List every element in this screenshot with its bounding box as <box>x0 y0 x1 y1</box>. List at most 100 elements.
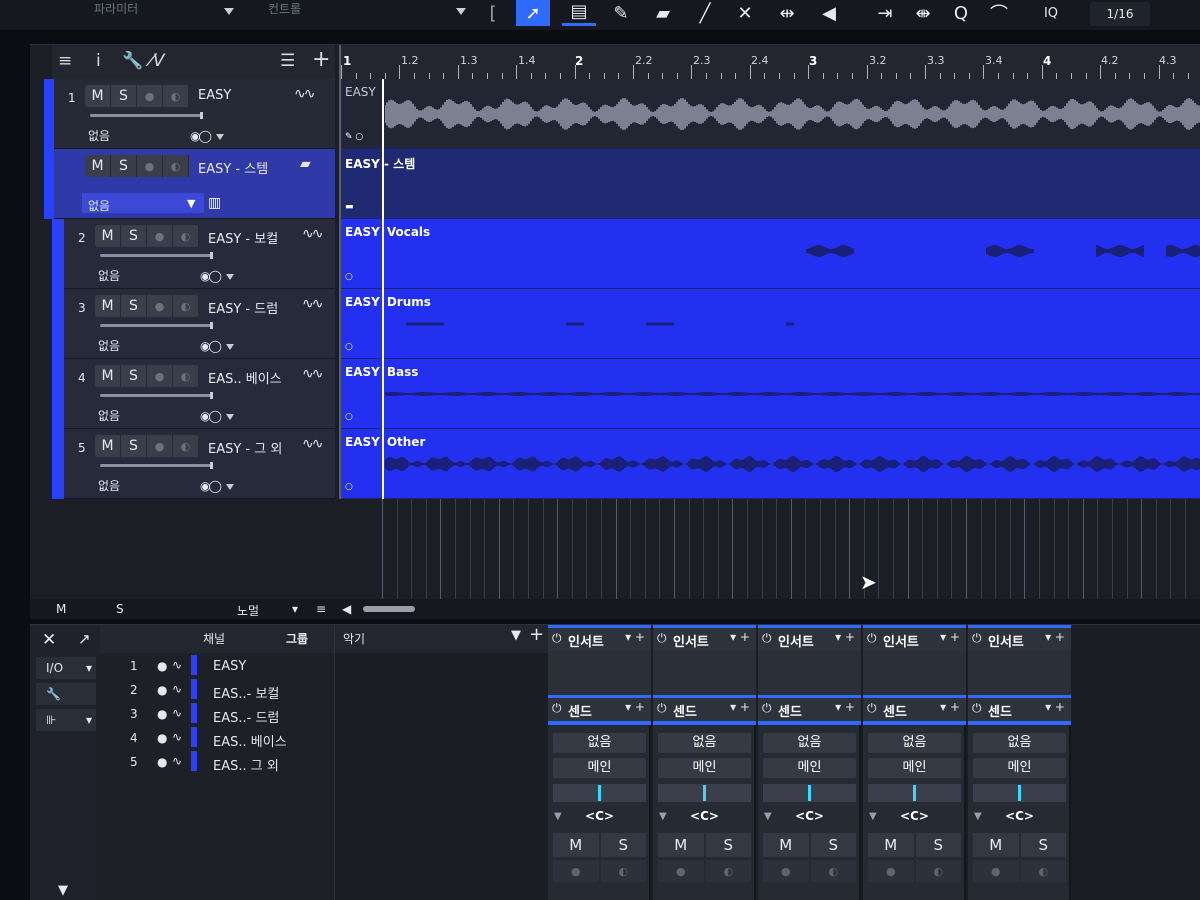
track-row[interactable]: 4 M S ● ◐ EAS.. 베이스 ∿∿ 없음 ◉◯ <box>52 359 335 429</box>
pan-slider[interactable] <box>973 784 1066 802</box>
power-icon[interactable]: ⏻ <box>972 631 982 646</box>
visibility-dot-icon[interactable]: ● <box>157 731 167 745</box>
split-tool-button[interactable]: ⇹ <box>770 0 804 26</box>
send-add-icon[interactable]: ▾ + <box>625 700 645 714</box>
mute-button[interactable]: M <box>95 435 121 457</box>
power-icon[interactable]: ⏻ <box>552 701 562 716</box>
insert-slot-area[interactable] <box>863 651 966 695</box>
mute-button[interactable]: M <box>85 155 111 177</box>
insert-add-icon[interactable]: ▾ + <box>835 630 855 644</box>
record-icon[interactable]: ● <box>553 860 599 882</box>
track-name[interactable]: EASY - 그 외 <box>208 438 282 457</box>
tab-group[interactable]: 그룹 <box>286 630 308 647</box>
record-icon[interactable]: ● <box>147 435 173 457</box>
record-icon[interactable]: ● <box>147 295 173 317</box>
output-select[interactable]: 메인 <box>973 758 1066 778</box>
monitor-icon[interactable]: ◐ <box>173 295 199 317</box>
quantize-value[interactable]: 1/16 <box>1090 2 1150 26</box>
listen-tool-button[interactable]: ◀ <box>812 0 846 26</box>
monitor-icon[interactable]: ◐ <box>600 860 646 882</box>
list-item[interactable]: 2 ● ∿ EAS..- 보컬 <box>100 679 334 703</box>
track-row[interactable]: M S ● ◐ EASY - 스템 ▰ 없음 ▼ ▥ <box>44 149 335 219</box>
mute-button[interactable]: M <box>658 833 704 857</box>
power-icon[interactable]: ⏻ <box>867 631 877 646</box>
toggle-icon[interactable]: ◉◯ <box>200 269 222 283</box>
range-tool-button[interactable]: ▤ <box>562 0 596 26</box>
output-select[interactable]: 메인 <box>763 758 856 778</box>
pan-needle[interactable] <box>808 785 811 801</box>
mute-tool-button[interactable]: ✕ <box>728 0 762 26</box>
event-lane[interactable]: EASY Bass ○ <box>341 359 1200 429</box>
track-color-strip[interactable] <box>52 219 64 289</box>
track-name[interactable]: EASY - 보컬 <box>208 228 278 247</box>
wifi-snap-button[interactable]: ⌒ <box>982 0 1016 26</box>
iq-button[interactable]: IQ <box>1034 0 1068 26</box>
send-section[interactable]: ⏻ 센드 ▾ + <box>968 695 1071 721</box>
chevron-down-icon[interactable] <box>226 274 234 280</box>
send-section[interactable]: ⏻ 센드 ▾ + <box>863 695 966 721</box>
mute-button[interactable]: M <box>95 365 121 387</box>
insert-slot-area[interactable] <box>758 651 861 695</box>
track-name[interactable]: EASY - 드럼 <box>208 298 278 317</box>
monitor-icon[interactable]: ◐ <box>705 860 751 882</box>
insert-add-icon[interactable]: ▾ + <box>1045 630 1065 644</box>
control-dropdown[interactable]: 컨트롤 <box>262 0 470 24</box>
solo-button[interactable]: S <box>121 435 147 457</box>
monitor-icon[interactable]: ◐ <box>173 365 199 387</box>
insert-add-icon[interactable]: ▾ + <box>730 630 750 644</box>
solo-button[interactable]: S <box>121 365 147 387</box>
volume-knob[interactable] <box>210 252 213 259</box>
insert-slot-area[interactable] <box>968 651 1071 695</box>
waveform-icon[interactable]: ∿∿ <box>302 296 324 312</box>
input-select[interactable]: 없음 <box>868 733 961 753</box>
event-lanes[interactable]: EASY ✎ ○ EASY - 스템 ▬ EASY Vocals ○ EASY Dr… <box>339 79 1200 499</box>
track-input[interactable]: 없음 <box>98 337 120 354</box>
track-color-strip[interactable] <box>44 79 54 149</box>
event-lane[interactable]: EASY Drums ○ <box>341 289 1200 359</box>
footer-mode[interactable]: 노멀 <box>237 602 259 619</box>
send-section[interactable]: ⏻ 센드 ▾ + <box>548 695 651 721</box>
power-icon[interactable]: ⏻ <box>657 701 667 716</box>
volume-slider[interactable] <box>100 462 213 469</box>
channel-name[interactable]: EAS.. 베이스 <box>213 731 287 750</box>
track-row[interactable]: 5 M S ● ◐ EASY - 그 외 ∿∿ 없음 ◉◯ <box>52 429 335 499</box>
visibility-dot-icon[interactable]: ● <box>157 683 167 697</box>
chevron-down-icon[interactable] <box>226 414 234 420</box>
volume-slider[interactable] <box>100 392 213 399</box>
add-instrument-icon[interactable]: + <box>529 624 544 645</box>
chevron-down-icon[interactable] <box>216 134 224 140</box>
footer-mute[interactable]: M <box>56 602 66 616</box>
event-corner-icon[interactable]: ○ <box>345 342 353 352</box>
channel-name[interactable]: EAS..- 드럼 <box>213 707 279 726</box>
insert-section[interactable]: ⏻ 인서트 ▾ + <box>548 625 651 651</box>
insert-add-icon[interactable]: ▾ + <box>625 630 645 644</box>
input-select[interactable]: 없음 <box>973 733 1066 753</box>
mute-button[interactable]: M <box>95 225 121 247</box>
track-name[interactable]: EASY <box>198 88 231 103</box>
channel-name[interactable]: EAS.. 그 외 <box>213 755 279 774</box>
insert-section[interactable]: ⏻ 인서트 ▾ + <box>653 625 756 651</box>
solo-button[interactable]: S <box>810 833 856 857</box>
parameter-dropdown[interactable]: 파라미터 <box>88 0 238 24</box>
automation-icon[interactable]: ⁄V <box>150 51 164 71</box>
insert-section[interactable]: ⏻ 인서트 ▾ + <box>863 625 966 651</box>
visibility-dot-icon[interactable]: ● <box>157 707 167 721</box>
power-icon[interactable]: ⏻ <box>552 631 562 646</box>
record-icon[interactable]: ● <box>973 860 1019 882</box>
pan-slider[interactable] <box>553 784 646 802</box>
output-select[interactable]: 메인 <box>868 758 961 778</box>
track-row[interactable]: 2 M S ● ◐ EASY - 보컬 ∿∿ 없음 ◉◯ <box>52 219 335 289</box>
insert-section[interactable]: ⏻ 인서트 ▾ + <box>758 625 861 651</box>
add-track-icon[interactable]: + <box>312 47 330 72</box>
send-add-icon[interactable]: ▾ + <box>835 700 855 714</box>
scroll-left-icon[interactable]: ◀ <box>342 602 351 616</box>
record-icon[interactable]: ● <box>868 860 914 882</box>
volume-knob[interactable] <box>210 392 213 399</box>
record-icon[interactable]: ● <box>137 155 163 177</box>
toggle-icon[interactable]: ◉◯ <box>200 479 222 493</box>
list-item[interactable]: 3 ● ∿ EAS..- 드럼 <box>100 703 334 727</box>
event-corner-icon[interactable]: ✎ ○ <box>345 132 363 142</box>
pan-slider[interactable] <box>868 784 961 802</box>
pan-slider[interactable] <box>658 784 751 802</box>
event-corner-icon[interactable]: ○ <box>345 272 353 282</box>
